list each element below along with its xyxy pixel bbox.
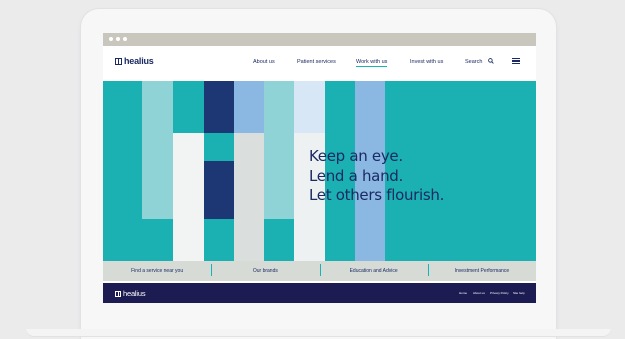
headline-line: Lend a hand. xyxy=(309,166,403,185)
site-header: healius About us Patient services Work w… xyxy=(103,46,536,81)
hero-stripe xyxy=(204,161,234,219)
healius-logo-mark xyxy=(115,290,121,297)
search-link[interactable]: Search xyxy=(465,59,482,65)
window-control-dot[interactable] xyxy=(116,37,120,41)
nav-patient-services[interactable]: Patient services xyxy=(297,59,336,65)
window-control-dot[interactable] xyxy=(109,37,113,41)
hero-banner: Keep an eye. Lend a hand. Let others flo… xyxy=(103,81,536,261)
quicklink-our-brands[interactable]: Our brands xyxy=(211,264,319,276)
footer-logo[interactable]: healius xyxy=(115,289,146,298)
logo-text: healius xyxy=(124,56,154,66)
laptop-base xyxy=(26,329,611,337)
footer-link-home[interactable]: Home xyxy=(459,291,467,295)
quicklink-education-advice[interactable]: Education and Advice xyxy=(319,264,428,276)
hero-stripe xyxy=(142,81,173,219)
hero-stripe xyxy=(294,81,325,133)
footer-link-site-help[interactable]: Site help xyxy=(513,291,525,295)
nav-about-us[interactable]: About us xyxy=(253,59,275,65)
search-icon[interactable] xyxy=(488,58,494,64)
headline-line: Let others flourish. xyxy=(309,186,445,204)
hero-stripe xyxy=(234,133,264,223)
footer-link-about[interactable]: About us xyxy=(473,291,485,295)
headline-line: Keep an eye. xyxy=(309,147,403,165)
hero-stripe xyxy=(234,81,264,133)
browser-title-bar xyxy=(103,33,536,46)
nav-work-with-us[interactable]: Work with us xyxy=(356,59,388,67)
healius-logo[interactable]: healius xyxy=(115,56,154,66)
quicklink-find-service[interactable]: Find a service near you xyxy=(103,268,211,274)
healius-logo-mark xyxy=(115,57,122,65)
site-footer: healius Home About us Privacy Policy Sit… xyxy=(103,283,536,303)
hero-stripe xyxy=(173,133,204,261)
hero-stripe xyxy=(234,219,264,261)
hero-headline: Keep an eye. Lend a hand. Let others flo… xyxy=(309,147,444,206)
nav-invest-with-us[interactable]: Invest with us xyxy=(410,59,443,65)
hamburger-menu-icon[interactable] xyxy=(512,58,520,64)
hero-stripe xyxy=(204,81,234,133)
hero-stripe xyxy=(264,81,294,219)
browser-window: healius About us Patient services Work w… xyxy=(103,33,536,303)
footer-logo-text: healius xyxy=(123,289,146,298)
window-control-dot[interactable] xyxy=(123,37,127,41)
quicklink-investment-performance[interactable]: Investment Performance xyxy=(427,264,536,276)
quick-links-bar: Find a service near you Our brands Educa… xyxy=(103,261,536,281)
footer-link-privacy[interactable]: Privacy Policy xyxy=(490,291,509,295)
